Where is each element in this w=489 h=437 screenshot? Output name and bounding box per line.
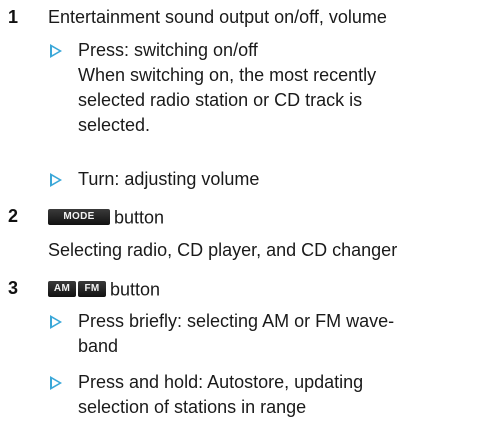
item-number-2: 2 xyxy=(8,206,19,226)
item-number-1: 1 xyxy=(8,7,19,27)
button-word: button xyxy=(110,279,161,300)
am-button-icon: AM xyxy=(48,281,76,298)
bullet-line: selected. xyxy=(78,115,151,135)
bullet-line: selection of stations in range xyxy=(78,397,307,417)
bullet-line: Press: switching on/off xyxy=(78,40,258,60)
bullet-line: Press and hold: Autostore, updating xyxy=(78,372,364,392)
triangle-arrow-icon xyxy=(50,173,62,187)
item-title-1: Entertainment sound output on/off, volum… xyxy=(48,7,387,27)
mode-button-icon: MODE xyxy=(48,209,110,226)
item-description-2: Selecting radio, CD player, and CD chang… xyxy=(48,240,398,260)
triangle-arrow-icon xyxy=(50,376,62,390)
item-title-3: AM FM button xyxy=(48,277,160,300)
bullet-line: When switching on, the most recently xyxy=(78,65,377,85)
bullet-line: Turn: adjusting volume xyxy=(78,169,260,189)
fm-button-icon: FM xyxy=(78,281,106,298)
item-number-3: 3 xyxy=(8,278,19,298)
button-word: button xyxy=(114,207,165,228)
item-title-2: MODE button xyxy=(48,205,164,228)
triangle-arrow-icon xyxy=(50,44,62,58)
triangle-arrow-icon xyxy=(50,315,62,329)
bullet-line: selected radio station or CD track is xyxy=(78,90,363,110)
bullet-line: Press briefly: selecting AM or FM wave- xyxy=(78,311,395,331)
bullet-line: band xyxy=(78,336,119,356)
